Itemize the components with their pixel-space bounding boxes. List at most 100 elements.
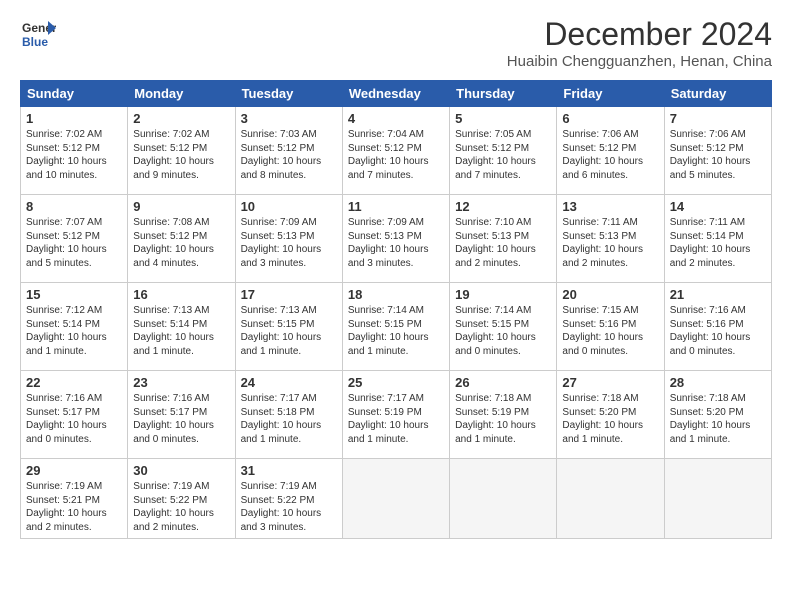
day-info: Sunrise: 7:05 AM Sunset: 5:12 PM Dayligh…	[455, 128, 551, 182]
col-tuesday: Tuesday	[235, 81, 342, 107]
table-row: 25 Sunrise: 7:17 AM Sunset: 5:19 PM Dayli…	[342, 371, 449, 459]
day-info: Sunrise: 7:15 AM Sunset: 5:16 PM Dayligh…	[562, 304, 658, 358]
col-wednesday: Wednesday	[342, 81, 449, 107]
table-row: 6 Sunrise: 7:06 AM Sunset: 5:12 PM Daylig…	[557, 107, 664, 195]
day-number: 4	[348, 111, 444, 126]
day-info: Sunrise: 7:16 AM Sunset: 5:17 PM Dayligh…	[133, 392, 229, 446]
day-number: 31	[241, 463, 337, 478]
day-number: 19	[455, 287, 551, 302]
day-info: Sunrise: 7:03 AM Sunset: 5:12 PM Dayligh…	[241, 128, 337, 182]
day-info: Sunrise: 7:02 AM Sunset: 5:12 PM Dayligh…	[133, 128, 229, 182]
calendar: Sunday Monday Tuesday Wednesday Thursday…	[20, 80, 772, 539]
day-info: Sunrise: 7:14 AM Sunset: 5:15 PM Dayligh…	[348, 304, 444, 358]
day-info: Sunrise: 7:18 AM Sunset: 5:20 PM Dayligh…	[670, 392, 766, 446]
table-row: 10Sunrise: 7:09 AM Sunset: 5:13 PM Dayli…	[235, 195, 342, 283]
header: General Blue December 2024 Huaibin Cheng…	[20, 16, 772, 70]
day-info: Sunrise: 7:04 AM Sunset: 5:12 PM Dayligh…	[348, 128, 444, 182]
page: General Blue December 2024 Huaibin Cheng…	[0, 0, 792, 549]
day-number: 27	[562, 375, 658, 390]
table-row: 13Sunrise: 7:11 AM Sunset: 5:13 PM Dayli…	[557, 195, 664, 283]
table-row: 24 Sunrise: 7:17 AM Sunset: 5:18 PM Dayli…	[235, 371, 342, 459]
table-row: 16Sunrise: 7:13 AM Sunset: 5:14 PM Dayli…	[128, 283, 235, 371]
day-number: 22	[26, 375, 122, 390]
table-row: 9 Sunrise: 7:08 AM Sunset: 5:12 PM Daylig…	[128, 195, 235, 283]
day-number: 13	[562, 199, 658, 214]
day-info: Sunrise: 7:14 AM Sunset: 5:15 PM Dayligh…	[455, 304, 551, 358]
day-info: Sunrise: 7:09 AM Sunset: 5:13 PM Dayligh…	[348, 216, 444, 270]
table-row: 15Sunrise: 7:12 AM Sunset: 5:14 PM Dayli…	[21, 283, 128, 371]
day-info: Sunrise: 7:18 AM Sunset: 5:19 PM Dayligh…	[455, 392, 551, 446]
table-row: 27 Sunrise: 7:18 AM Sunset: 5:20 PM Dayli…	[557, 371, 664, 459]
day-info: Sunrise: 7:17 AM Sunset: 5:18 PM Dayligh…	[241, 392, 337, 446]
table-row	[557, 459, 664, 539]
day-number: 26	[455, 375, 551, 390]
day-info: Sunrise: 7:08 AM Sunset: 5:12 PM Dayligh…	[133, 216, 229, 270]
table-row: 30 Sunrise: 7:19 AM Sunset: 5:22 PM Dayli…	[128, 459, 235, 539]
day-info: Sunrise: 7:17 AM Sunset: 5:19 PM Dayligh…	[348, 392, 444, 446]
col-sunday: Sunday	[21, 81, 128, 107]
day-number: 18	[348, 287, 444, 302]
day-number: 20	[562, 287, 658, 302]
table-row	[664, 459, 771, 539]
day-number: 15	[26, 287, 122, 302]
table-row: 29 Sunrise: 7:19 AM Sunset: 5:21 PM Dayli…	[21, 459, 128, 539]
day-info: Sunrise: 7:06 AM Sunset: 5:12 PM Dayligh…	[562, 128, 658, 182]
day-number: 11	[348, 199, 444, 214]
day-info: Sunrise: 7:19 AM Sunset: 5:22 PM Dayligh…	[241, 480, 337, 534]
day-info: Sunrise: 7:06 AM Sunset: 5:12 PM Dayligh…	[670, 128, 766, 182]
day-number: 25	[348, 375, 444, 390]
table-row: 3 Sunrise: 7:03 AM Sunset: 5:12 PM Daylig…	[235, 107, 342, 195]
location-title: Huaibin Chengguanzhen, Henan, China	[507, 53, 772, 70]
table-row: 18 Sunrise: 7:14 AM Sunset: 5:15 PM Dayli…	[342, 283, 449, 371]
day-info: Sunrise: 7:19 AM Sunset: 5:21 PM Dayligh…	[26, 480, 122, 534]
table-row: 26 Sunrise: 7:18 AM Sunset: 5:19 PM Dayli…	[450, 371, 557, 459]
table-row: 2Sunrise: 7:02 AM Sunset: 5:12 PM Daylig…	[128, 107, 235, 195]
col-friday: Friday	[557, 81, 664, 107]
day-info: Sunrise: 7:11 AM Sunset: 5:14 PM Dayligh…	[670, 216, 766, 270]
table-row: 28Sunrise: 7:18 AM Sunset: 5:20 PM Dayli…	[664, 371, 771, 459]
table-row: 5 Sunrise: 7:05 AM Sunset: 5:12 PM Daylig…	[450, 107, 557, 195]
table-row: 14 Sunrise: 7:11 AM Sunset: 5:14 PM Dayli…	[664, 195, 771, 283]
table-row: 8Sunrise: 7:07 AM Sunset: 5:12 PM Daylig…	[21, 195, 128, 283]
table-row: 31 Sunrise: 7:19 AM Sunset: 5:22 PM Dayli…	[235, 459, 342, 539]
calendar-header-row: Sunday Monday Tuesday Wednesday Thursday…	[21, 81, 772, 107]
day-info: Sunrise: 7:09 AM Sunset: 5:13 PM Dayligh…	[241, 216, 337, 270]
col-monday: Monday	[128, 81, 235, 107]
day-number: 23	[133, 375, 229, 390]
day-info: Sunrise: 7:13 AM Sunset: 5:14 PM Dayligh…	[133, 304, 229, 358]
svg-text:Blue: Blue	[22, 35, 48, 49]
day-number: 5	[455, 111, 551, 126]
table-row: 11 Sunrise: 7:09 AM Sunset: 5:13 PM Dayli…	[342, 195, 449, 283]
table-row: 17 Sunrise: 7:13 AM Sunset: 5:15 PM Dayli…	[235, 283, 342, 371]
day-number: 1	[26, 111, 122, 126]
table-row: 19 Sunrise: 7:14 AM Sunset: 5:15 PM Dayli…	[450, 283, 557, 371]
day-number: 9	[133, 199, 229, 214]
day-info: Sunrise: 7:13 AM Sunset: 5:15 PM Dayligh…	[241, 304, 337, 358]
month-title: December 2024	[507, 16, 772, 53]
day-number: 6	[562, 111, 658, 126]
day-number: 14	[670, 199, 766, 214]
table-row: 4 Sunrise: 7:04 AM Sunset: 5:12 PM Daylig…	[342, 107, 449, 195]
day-info: Sunrise: 7:16 AM Sunset: 5:17 PM Dayligh…	[26, 392, 122, 446]
day-number: 30	[133, 463, 229, 478]
day-number: 17	[241, 287, 337, 302]
table-row: 23 Sunrise: 7:16 AM Sunset: 5:17 PM Dayli…	[128, 371, 235, 459]
day-info: Sunrise: 7:10 AM Sunset: 5:13 PM Dayligh…	[455, 216, 551, 270]
table-row	[342, 459, 449, 539]
table-row: 1 Sunrise: 7:02 AM Sunset: 5:12 PM Daylig…	[21, 107, 128, 195]
table-row: 7 Sunrise: 7:06 AM Sunset: 5:12 PM Daylig…	[664, 107, 771, 195]
day-number: 3	[241, 111, 337, 126]
col-saturday: Saturday	[664, 81, 771, 107]
table-row: 20 Sunrise: 7:15 AM Sunset: 5:16 PM Dayli…	[557, 283, 664, 371]
day-info: Sunrise: 7:18 AM Sunset: 5:20 PM Dayligh…	[562, 392, 658, 446]
day-number: 29	[26, 463, 122, 478]
day-number: 12	[455, 199, 551, 214]
table-row: 22 Sunrise: 7:16 AM Sunset: 5:17 PM Dayli…	[21, 371, 128, 459]
day-info: Sunrise: 7:19 AM Sunset: 5:22 PM Dayligh…	[133, 480, 229, 534]
day-number: 8	[26, 199, 122, 214]
day-number: 24	[241, 375, 337, 390]
col-thursday: Thursday	[450, 81, 557, 107]
table-row: 21Sunrise: 7:16 AM Sunset: 5:16 PM Dayli…	[664, 283, 771, 371]
day-number: 7	[670, 111, 766, 126]
day-info: Sunrise: 7:02 AM Sunset: 5:12 PM Dayligh…	[26, 128, 122, 182]
